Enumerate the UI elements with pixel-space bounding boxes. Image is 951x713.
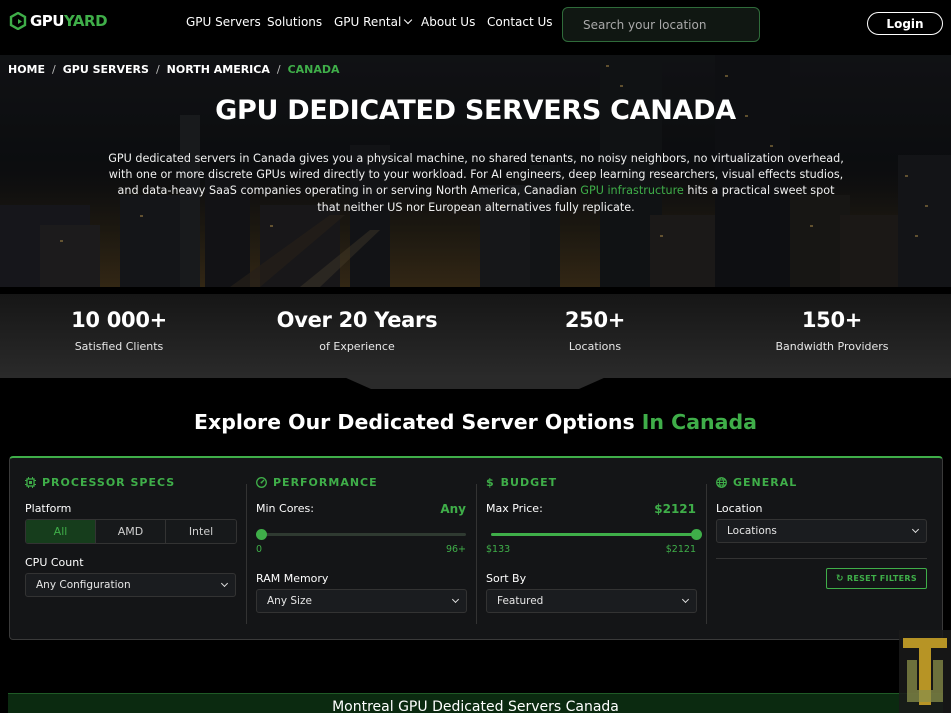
reset-filters-button[interactable]: ↻ RESET FILTERS [826, 568, 927, 589]
explore-title-text: Explore Our Dedicated Server Options [194, 410, 635, 434]
ram-memory-value: Any Size [267, 595, 312, 607]
performance-heading-text: PERFORMANCE [273, 476, 378, 489]
platform-toggle: All AMD Intel [25, 519, 237, 544]
globe-icon [716, 477, 727, 488]
processor-heading: PROCESSOR SPECS [25, 476, 175, 489]
chevron-down-icon [681, 595, 690, 604]
hero-description: GPU dedicated servers in Canada gives yo… [106, 151, 846, 216]
budget-filter-group: $ BUDGET Max Price: $2121 $133 $2121 Sor… [476, 458, 706, 640]
platform-intel-button[interactable]: Intel [166, 520, 236, 543]
chevron-down-icon [404, 15, 413, 25]
breadcrumb-separator: / [52, 63, 56, 76]
min-cores-label: Min Cores: [256, 502, 314, 515]
menu-gpu-rental-label: GPU Rental [334, 15, 402, 29]
stat-label: Satisfied Clients [74, 340, 164, 353]
chevron-down-icon [220, 579, 229, 588]
server-filter-panel: PROCESSOR SPECS Platform All AMD Intel C… [9, 456, 943, 640]
max-price-slider[interactable] [491, 529, 702, 540]
general-heading-text: GENERAL [733, 476, 798, 489]
max-price-range-max: $2121 [665, 544, 696, 555]
platform-amd-button[interactable]: AMD [96, 520, 166, 543]
location-value: Locations [727, 525, 777, 537]
stat-clients: 10 000+ Satisfied Clients [0, 308, 238, 353]
breadcrumb-separator: / [276, 63, 281, 76]
explore-title: Explore Our Dedicated Server Options In … [0, 410, 951, 434]
breadcrumb-gpu-servers[interactable]: GPU SERVERS [63, 63, 149, 76]
chevron-down-icon [911, 525, 920, 534]
min-cores-value: Any [440, 502, 466, 516]
budget-heading-text: BUDGET [500, 476, 558, 489]
max-price-range-min: $133 [486, 544, 511, 555]
gpuyard-logo-icon [9, 12, 27, 30]
min-cores-range-min: 0 [256, 544, 263, 555]
general-divider [716, 558, 927, 559]
breadcrumb-canada: CANADA [287, 63, 340, 76]
processor-filter-group: PROCESSOR SPECS Platform All AMD Intel C… [10, 458, 246, 640]
gpu-infrastructure-link[interactable]: GPU infrastructure [580, 184, 684, 197]
top-navigation: GPUYARD GPU Servers Solutions GPU Rental… [0, 0, 951, 48]
stat-label: Bandwidth Providers [775, 340, 889, 353]
breadcrumb-home[interactable]: HOME [8, 63, 45, 76]
gauge-icon [256, 477, 267, 488]
sort-by-value: Featured [497, 595, 544, 607]
budget-heading: $ BUDGET [486, 476, 557, 489]
breadcrumb: HOME / GPU SERVERS / NORTH AMERICA / CAN… [8, 63, 340, 76]
stats-notch [344, 377, 606, 389]
max-price-label: Max Price: [486, 502, 543, 515]
breadcrumb-north-america[interactable]: NORTH AMERICA [167, 63, 270, 76]
cpu-count-value: Any Configuration [36, 579, 131, 591]
min-cores-slider[interactable] [256, 529, 466, 540]
cpu-icon [25, 477, 36, 488]
stat-label: Locations [568, 340, 622, 353]
location-search-input[interactable] [562, 7, 760, 42]
reset-icon: ↻ [836, 573, 844, 584]
max-price-slider-handle[interactable] [691, 529, 702, 540]
processor-heading-text: PROCESSOR SPECS [42, 476, 176, 489]
hero-section: HOME / GPU SERVERS / NORTH AMERICA / CAN… [0, 55, 951, 287]
menu-gpu-rental[interactable]: GPU Rental [334, 15, 413, 29]
sort-by-select[interactable]: Featured [486, 589, 697, 613]
montreal-section-heading: Montreal GPU Dedicated Servers Canada [8, 693, 943, 713]
platform-label: Platform [25, 502, 72, 515]
general-heading: GENERAL [716, 476, 797, 489]
location-label: Location [716, 502, 763, 515]
stats-bar: 10 000+ Satisfied Clients Over 20 Years … [0, 294, 951, 378]
stat-locations: 250+ Locations [476, 308, 714, 353]
ram-memory-select[interactable]: Any Size [256, 589, 467, 613]
stat-label: of Experience [319, 340, 395, 353]
min-cores-range-max: 96+ [445, 544, 466, 555]
sort-by-label: Sort By [486, 572, 527, 585]
performance-filter-group: PERFORMANCE Min Cores: Any 0 96+ RAM Mem… [246, 458, 476, 640]
page-title: GPU DEDICATED SERVERS CANADA [215, 95, 736, 126]
platform-all-button[interactable]: All [26, 520, 96, 543]
login-button[interactable]: Login [867, 12, 943, 35]
reset-filters-label: RESET FILTERS [846, 574, 917, 583]
stat-experience: Over 20 Years of Experience [238, 308, 476, 353]
general-filter-group: GENERAL Location Locations ↻ RESET FILTE… [706, 458, 942, 640]
stat-bandwidth: 150+ Bandwidth Providers [713, 308, 951, 353]
min-cores-slider-handle[interactable] [256, 529, 267, 540]
explore-title-accent: In Canada [641, 410, 757, 434]
location-select[interactable]: Locations [716, 519, 927, 543]
dollar-icon: $ [486, 476, 495, 489]
max-price-value: $2121 [654, 502, 696, 516]
stat-value: 10 000+ [71, 308, 167, 332]
menu-gpu-servers[interactable]: GPU Servers [186, 15, 261, 29]
cpu-count-label: CPU Count [25, 556, 84, 569]
stat-value: 250+ [564, 308, 626, 332]
breadcrumb-separator: / [155, 63, 160, 76]
watermark-badge [899, 630, 951, 713]
chevron-down-icon [451, 595, 460, 604]
cpu-count-select[interactable]: Any Configuration [25, 573, 236, 597]
logo[interactable]: GPUYARD [9, 12, 108, 30]
menu-about-us[interactable]: About Us [421, 15, 475, 29]
menu-contact-us[interactable]: Contact Us [487, 15, 553, 29]
menu-solutions[interactable]: Solutions [267, 15, 322, 29]
performance-heading: PERFORMANCE [256, 476, 378, 489]
logo-text: GPUYARD [30, 12, 108, 30]
max-price-slider-fill [491, 533, 696, 536]
stat-value: Over 20 Years [276, 308, 438, 332]
ram-memory-label: RAM Memory [256, 572, 329, 585]
stat-value: 150+ [801, 308, 863, 332]
